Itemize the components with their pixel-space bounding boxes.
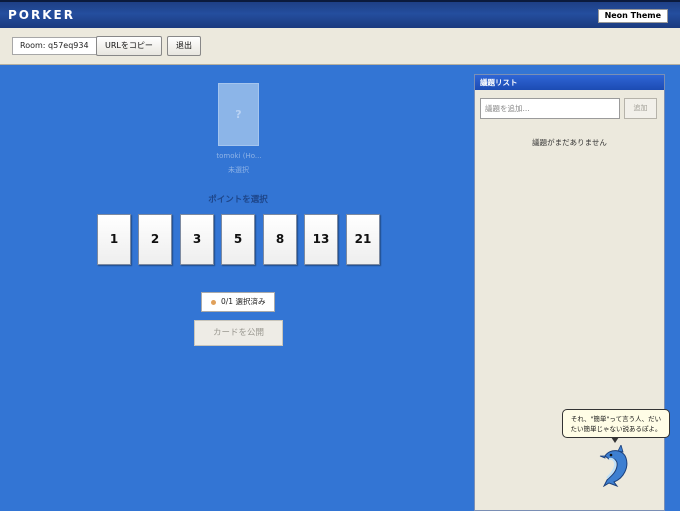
player-card-mark: ? (235, 108, 242, 121)
selection-status-text: 0/1 選択済み (221, 297, 266, 306)
empty-topics-message: 議題がまだありません (532, 138, 607, 147)
point-card-2[interactable]: 2 (138, 214, 172, 265)
add-topic-button[interactable]: 追加 (624, 98, 657, 119)
status-dot-icon (211, 300, 216, 305)
player-name: tomoki (Ho... (216, 152, 262, 160)
speech-bubble-tail (611, 437, 619, 443)
leave-button[interactable]: 退出 (167, 36, 201, 56)
mascot-speech-bubble: それ、"簡単"って言う人、だい たい簡単じゃない説あるぽよ。 (562, 409, 670, 438)
top-bar: PORKER Neon Theme (0, 0, 680, 28)
topic-input[interactable]: 議題を追加... (480, 98, 620, 119)
dolphin-mascot-icon[interactable] (596, 445, 634, 487)
point-card-1[interactable]: 1 (97, 214, 131, 265)
player-card: ? (218, 83, 259, 146)
room-id: Room: q57eq934 (12, 37, 97, 55)
speech-line-2: たい簡単じゃない説あるぽよ。 (570, 425, 662, 433)
point-card-8[interactable]: 8 (263, 214, 297, 265)
topic-list-panel: 議題リスト 議題を追加... 追加 議題がまだありません (474, 74, 665, 511)
player-status: 未選択 (228, 166, 249, 174)
room-toolbar: Room: q57eq934 URLをコピー 退出 (0, 28, 680, 65)
point-card-3[interactable]: 3 (180, 214, 214, 265)
theme-toggle-button[interactable]: Neon Theme (597, 9, 668, 23)
copy-url-button[interactable]: URLをコピー (96, 36, 162, 56)
point-card-21[interactable]: 21 (346, 214, 380, 265)
speech-line-1: それ、"簡単"って言う人、だい (570, 415, 662, 423)
app-logo: PORKER (8, 8, 75, 22)
reveal-cards-button[interactable]: カードを公開 (194, 320, 283, 346)
selection-status: 0/1 選択済み (201, 292, 275, 312)
point-card-13[interactable]: 13 (304, 214, 338, 265)
topic-list-header: 議題リスト (475, 75, 664, 90)
point-select-title: ポイントを選択 (208, 195, 268, 205)
point-card-5[interactable]: 5 (221, 214, 255, 265)
